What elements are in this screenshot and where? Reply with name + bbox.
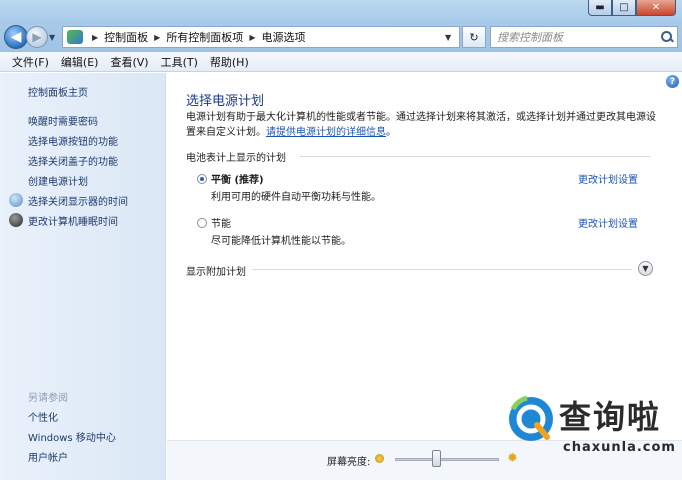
back-button[interactable]: ◀: [4, 25, 28, 49]
sidebar-link-sleep-time[interactable]: 更改计算机睡眠时间: [28, 213, 118, 228]
breadcrumb-separator-icon[interactable]: ▶: [92, 33, 98, 42]
search-input[interactable]: 搜索控制面板: [490, 26, 678, 48]
description-text: 电源计划有助于最大化计算机的性能或者节能。通过选择计划来将其激活，或选择计划并通…: [186, 112, 656, 138]
see-also-personalization[interactable]: 个性化: [28, 409, 58, 424]
menu-file[interactable]: 文件(F): [6, 54, 55, 70]
navigation-row: ◀ ▶ ▼ ▶ 控制面板 ▶ 所有控制面板项 ▶ 电源选项 ▼ ↻ 搜索控制面板: [4, 24, 678, 50]
plan-power-saver-radio[interactable]: [197, 218, 207, 228]
refresh-button[interactable]: ↻: [462, 26, 486, 48]
see-also-mobility-center[interactable]: Windows 移动中心: [28, 429, 116, 444]
sleep-moon-icon: [9, 213, 23, 227]
plan-power-saver-name[interactable]: 节能: [211, 215, 231, 230]
task-pane: 控制面板主页 唤醒时需要密码 选择电源按钮的功能 选择关闭盖子的功能 创建电源计…: [0, 73, 166, 480]
section-divider: [252, 269, 632, 270]
section-battery-plans: 电池表计上显示的计划: [186, 153, 286, 164]
description-suffix: 。: [386, 127, 396, 138]
watermark: 查询啦 chaxunla.com: [505, 390, 682, 470]
menu-edit[interactable]: 编辑(E): [55, 54, 105, 70]
menu-bar: 文件(F) 编辑(E) 查看(V) 工具(T) 帮助(H): [0, 52, 682, 72]
breadcrumb-power-options[interactable]: 电源选项: [261, 29, 305, 45]
watermark-logo-icon: [509, 395, 553, 441]
address-bar[interactable]: ▶ 控制面板 ▶ 所有控制面板项 ▶ 电源选项 ▼: [62, 26, 460, 48]
breadcrumb-separator-icon[interactable]: ▶: [249, 33, 255, 42]
brightness-slider-thumb[interactable]: [432, 450, 442, 467]
plan-power-saver-desc: 尽可能降低计算机性能以节能。: [211, 236, 351, 247]
sidebar-link-create-plan[interactable]: 创建电源计划: [28, 173, 88, 188]
page-description: 电源计划有助于最大化计算机的性能或者节能。通过选择计划来将其激活，或选择计划并通…: [186, 110, 656, 140]
control-panel-icon: [67, 30, 83, 44]
window-titlebar: ▬ □ ✕ ◀ ▶ ▼ ▶ 控制面板 ▶ 所有控制面板项 ▶ 电源选项 ▼ ↻ …: [0, 0, 682, 52]
sidebar-home-link[interactable]: 控制面板主页: [28, 84, 88, 99]
see-also-heading: 另请参阅: [28, 393, 68, 404]
plan-balanced-radio[interactable]: [197, 174, 207, 184]
brightness-slider-track[interactable]: [395, 458, 499, 461]
address-dropdown-icon[interactable]: ▼: [445, 33, 459, 42]
breadcrumb-all-items[interactable]: 所有控制面板项: [166, 29, 243, 45]
plan-details-link[interactable]: 请提供电源计划的详细信息: [266, 127, 386, 138]
plan-balanced-desc: 利用可用的硬件自动平衡功耗与性能。: [211, 192, 381, 203]
dim-brightness-icon: [375, 454, 384, 463]
see-also-user-accounts[interactable]: 用户帐户: [28, 449, 68, 464]
menu-tools[interactable]: 工具(T): [155, 54, 204, 70]
search-icon[interactable]: [661, 31, 673, 43]
section-divider: [300, 156, 650, 157]
plan-balanced-name[interactable]: 平衡 (推荐): [211, 171, 264, 186]
close-button[interactable]: ✕: [636, 0, 676, 16]
search-placeholder: 搜索控制面板: [497, 31, 563, 44]
monitor-icon: [9, 193, 23, 207]
sidebar-link-display-off[interactable]: 选择关闭显示器的时间: [28, 193, 128, 208]
brightness-label: 屏幕亮度:: [327, 457, 371, 468]
sidebar-link-lid-close[interactable]: 选择关闭盖子的功能: [28, 153, 118, 168]
sidebar-link-wake-password[interactable]: 唤醒时需要密码: [28, 113, 98, 128]
breadcrumb-control-panel[interactable]: 控制面板: [104, 29, 148, 45]
page-title: 选择电源计划: [186, 94, 265, 109]
watermark-url: chaxunla.com: [563, 440, 676, 455]
forward-button[interactable]: ▶: [26, 26, 48, 48]
menu-view[interactable]: 查看(V): [104, 54, 154, 70]
minimize-button[interactable]: ▬: [588, 0, 612, 16]
sidebar-link-power-button[interactable]: 选择电源按钮的功能: [28, 133, 118, 148]
watermark-name: 查询啦: [559, 398, 662, 436]
menu-help[interactable]: 帮助(H): [204, 54, 255, 70]
plan-power-saver-change-link[interactable]: 更改计划设置: [578, 215, 638, 230]
plan-balanced-change-link[interactable]: 更改计划设置: [578, 171, 638, 186]
breadcrumb-separator-icon[interactable]: ▶: [154, 33, 160, 42]
chevron-down-icon[interactable]: ▼: [638, 261, 653, 276]
maximize-button[interactable]: □: [612, 0, 636, 16]
help-icon[interactable]: ?: [666, 75, 679, 88]
section-additional-plans[interactable]: 显示附加计划: [186, 263, 246, 278]
window-controls: ▬ □ ✕: [588, 0, 676, 16]
recent-pages-dropdown-icon[interactable]: ▼: [49, 33, 59, 42]
